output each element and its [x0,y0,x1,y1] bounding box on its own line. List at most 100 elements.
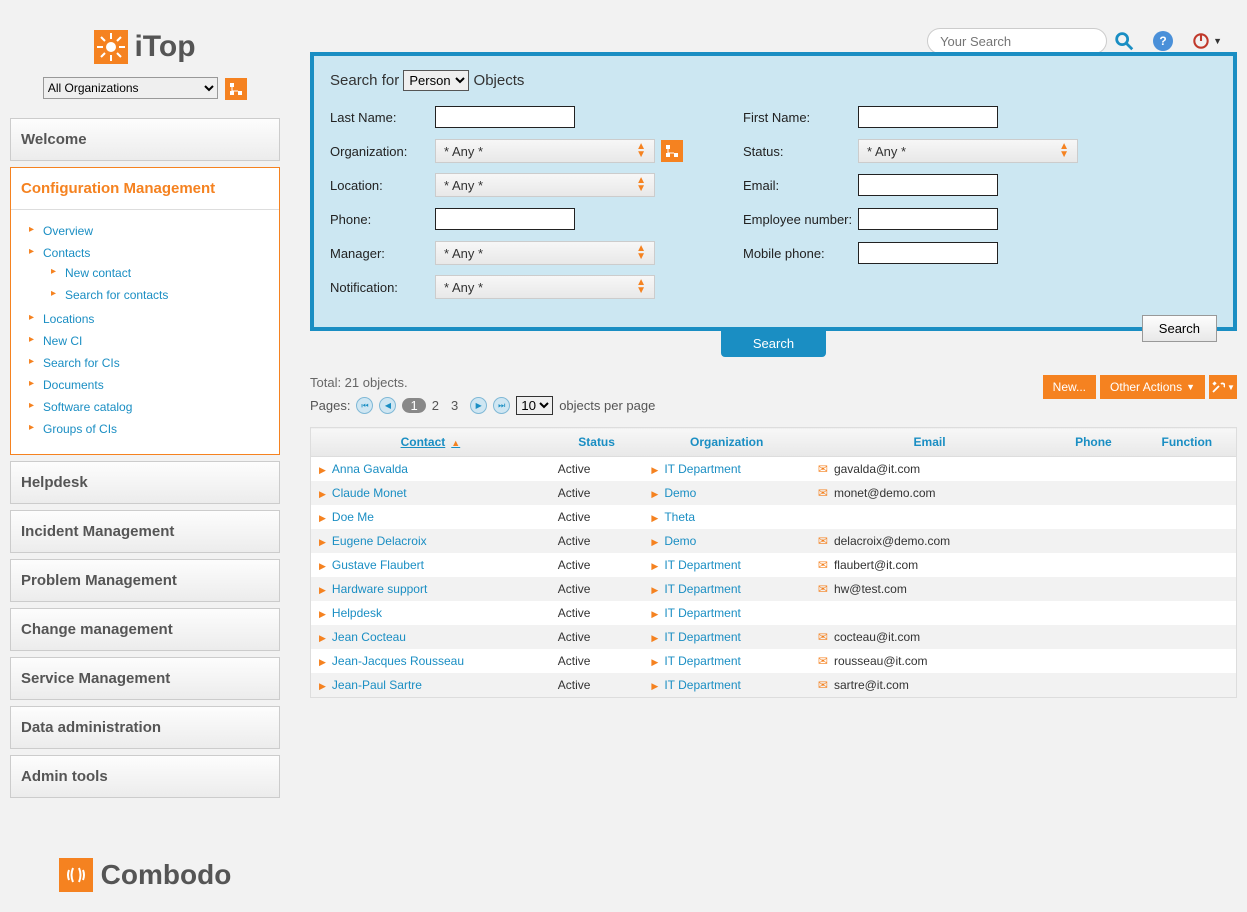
contact-link[interactable]: Claude Monet [332,486,407,500]
org-link[interactable]: IT Department [664,630,740,644]
nav-link[interactable]: Search for CIs [43,356,120,370]
contact-link[interactable]: Helpdesk [332,606,382,620]
org-link[interactable]: IT Department [664,606,740,620]
org-link[interactable]: IT Department [664,462,740,476]
pager-prev-icon[interactable]: ◀ [379,397,396,414]
nav-link[interactable]: Documents [43,378,104,392]
nav-link[interactable]: Search for contacts [65,288,168,302]
org-link[interactable]: IT Department [664,558,740,572]
org-link[interactable]: Theta [664,510,695,524]
cell-function [1138,529,1237,553]
org-link[interactable]: Demo [664,486,696,500]
contact-link[interactable]: Eugene Delacroix [332,534,427,548]
tools-icon[interactable]: ▼ [1209,375,1237,399]
search-field-input[interactable] [435,208,575,230]
column-header[interactable]: Email [810,428,1049,457]
mail-icon[interactable]: ✉ [818,534,828,548]
global-search-input[interactable] [927,28,1107,54]
search-field-select[interactable]: * Any *▲▼ [858,139,1078,163]
other-actions-button[interactable]: Other Actions▼ [1100,375,1205,399]
nav-section-service-management: Service Management [10,657,280,700]
mail-icon[interactable]: ✉ [818,582,828,596]
column-header[interactable]: Organization [643,428,809,457]
nav-header[interactable]: Welcome [11,119,279,160]
column-header[interactable]: Phone [1049,428,1137,457]
help-icon[interactable]: ? [1153,31,1173,51]
nav-link[interactable]: New CI [43,334,82,348]
contact-link[interactable]: Anna Gavalda [332,462,408,476]
org-link[interactable]: Demo [664,534,696,548]
search-field-input[interactable] [858,106,998,128]
contact-link[interactable]: Doe Me [332,510,374,524]
cell-email: ✉hw@test.com [810,577,1049,601]
mail-icon[interactable]: ✉ [818,462,828,476]
search-field-select[interactable]: * Any *▲▼ [435,275,655,299]
nav-link[interactable]: Overview [43,224,93,238]
nav-link[interactable]: Groups of CIs [43,422,117,436]
new-button[interactable]: New... [1043,375,1096,399]
nav-header[interactable]: Configuration Management [11,168,279,210]
nav-header[interactable]: Change management [11,609,279,650]
org-link[interactable]: IT Department [664,582,740,596]
nav-header[interactable]: Admin tools [11,756,279,797]
nav-header[interactable]: Incident Management [11,511,279,552]
nav-header[interactable]: Data administration [11,707,279,748]
pager-page[interactable]: 3 [445,398,464,413]
field-label: First Name: [743,110,858,125]
column-header[interactable]: Function [1138,428,1237,457]
nav-link[interactable]: Software catalog [43,400,132,414]
page-size-select[interactable]: 10 [516,396,553,415]
cell-status: Active [550,649,644,673]
search-field-select[interactable]: * Any *▲▼ [435,173,655,197]
pager-first-icon[interactable]: ⏮ [356,397,373,414]
search-field-select[interactable]: * Any *▲▼ [435,241,655,265]
contact-link[interactable]: Gustave Flaubert [332,558,424,572]
search-field-input[interactable] [858,208,998,230]
pager-next-icon[interactable]: ▶ [470,397,487,414]
search-field-input[interactable] [858,174,998,196]
nav-header[interactable]: Service Management [11,658,279,699]
search-tab-toggle[interactable]: Search [721,330,826,357]
nav-link[interactable]: New contact [65,266,131,280]
org-select[interactable]: All Organizations [43,77,218,99]
search-field-input[interactable] [858,242,998,264]
search-field-select[interactable]: * Any *▲▼ [435,139,655,163]
search-button[interactable]: Search [1142,315,1217,342]
cell-phone [1049,553,1137,577]
class-select[interactable]: Person [403,70,469,91]
column-header[interactable]: Status [550,428,644,457]
contact-link[interactable]: Jean-Paul Sartre [332,678,422,692]
logout-icon[interactable]: ▼ [1191,31,1222,51]
contact-link[interactable]: Hardware support [332,582,427,596]
contact-link[interactable]: Jean Cocteau [332,630,406,644]
row-caret-icon: ▶ [651,465,658,475]
field-label: Email: [743,178,858,193]
contact-link[interactable]: Jean-Jacques Rousseau [332,654,464,668]
cell-phone [1049,481,1137,505]
mail-icon[interactable]: ✉ [818,486,828,500]
global-search [927,28,1135,54]
mail-icon[interactable]: ✉ [818,630,828,644]
hierarchy-icon[interactable] [661,140,683,162]
row-caret-icon: ▶ [651,489,658,499]
mail-icon[interactable]: ✉ [818,558,828,572]
org-tree-button[interactable] [225,78,247,100]
org-link[interactable]: IT Department [664,654,740,668]
nav-header[interactable]: Problem Management [11,560,279,601]
pager-last-icon[interactable]: ⏭ [493,397,510,414]
column-header[interactable]: Contact▲ [311,428,550,457]
org-link[interactable]: IT Department [664,678,740,692]
nav-link[interactable]: Contacts [43,246,90,260]
mail-icon[interactable]: ✉ [818,654,828,668]
mail-icon[interactable]: ✉ [818,678,828,692]
nav-link[interactable]: Locations [43,312,94,326]
cell-status: Active [550,529,644,553]
pager-page[interactable]: 1 [402,398,425,413]
search-field-input[interactable] [435,106,575,128]
search-icon[interactable] [1113,30,1135,52]
pager-page[interactable]: 2 [426,398,445,413]
table-row: ▶HelpdeskActive▶IT Department [311,601,1237,625]
nav-header[interactable]: Helpdesk [11,462,279,503]
cell-email: ✉gavalda@it.com [810,457,1049,482]
cell-email [810,601,1049,625]
